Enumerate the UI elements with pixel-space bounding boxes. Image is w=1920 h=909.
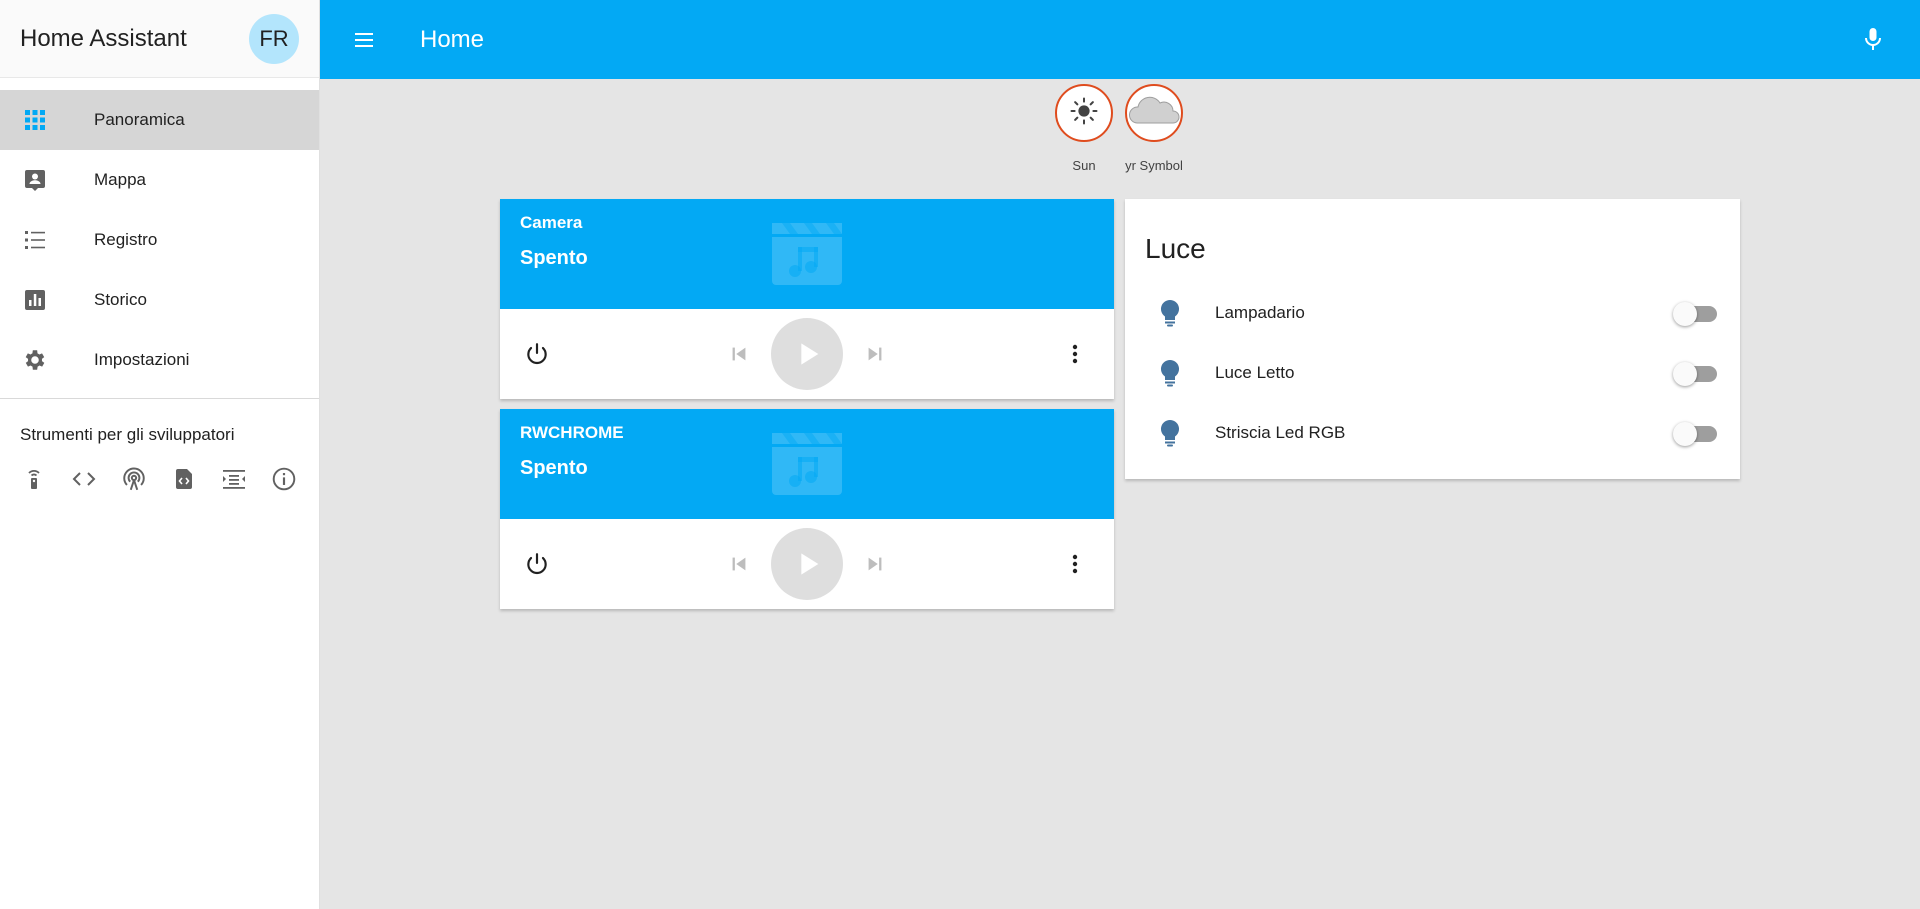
media-player-card: Camera Spento [500, 199, 1114, 399]
light-toggle[interactable] [1673, 300, 1719, 326]
sidebar-item-label: Impostazioni [94, 350, 190, 369]
sidebar-item-impostazioni[interactable]: Impostazioni [0, 330, 319, 390]
gear-icon [22, 347, 48, 373]
media-controls [500, 309, 1114, 399]
sidebar-item-label: Mappa [94, 170, 146, 189]
light-name[interactable]: Striscia Led RGB [1215, 423, 1345, 443]
skip-previous-icon[interactable] [724, 549, 754, 579]
sidebar-item-registro[interactable]: Registro [0, 210, 319, 270]
more-vertical-icon[interactable] [1058, 337, 1092, 371]
sidebar-item-storico[interactable]: Storico [0, 270, 319, 330]
code-icon[interactable] [70, 465, 98, 493]
play-icon[interactable] [771, 318, 843, 390]
map-account-icon [22, 167, 48, 193]
music-video-icon [768, 221, 846, 285]
media-controls [500, 519, 1114, 609]
bulb-icon[interactable] [1157, 358, 1183, 388]
dev-tools [0, 445, 319, 493]
top-bar: Home [320, 0, 1920, 79]
power-icon[interactable] [520, 337, 554, 371]
skip-next-icon[interactable] [860, 549, 890, 579]
page-title: Home [420, 25, 485, 53]
light-row-luce-letto: Luce Letto [1125, 353, 1740, 393]
sidebar: Home Assistant FR Panoramica Mappa Regis… [0, 0, 320, 909]
sidebar-item-label: Panoramica [94, 110, 185, 129]
info-icon[interactable] [270, 465, 298, 493]
sidebar-item-label: Registro [94, 230, 158, 249]
light-name[interactable]: Lampadario [1215, 303, 1305, 323]
toggle-thumb [1673, 362, 1697, 386]
chart-icon [22, 287, 48, 313]
light-card-title: Luce [1145, 233, 1206, 264]
template-icon[interactable] [220, 465, 248, 493]
light-name[interactable]: Luce Letto [1215, 363, 1294, 383]
play-icon[interactable] [771, 528, 843, 600]
media-player-card: RWCHROME Spento [500, 409, 1114, 609]
badge-label: yr Symbol [1125, 158, 1183, 173]
light-toggle[interactable] [1673, 360, 1719, 386]
power-icon[interactable] [520, 547, 554, 581]
light-toggle[interactable] [1673, 420, 1719, 446]
media-player-header: Camera Spento [500, 199, 1114, 309]
badge-yr-symbol[interactable]: yr Symbol [1124, 84, 1184, 173]
avatar[interactable]: FR [249, 13, 299, 64]
light-row-lampadario: Lampadario [1125, 293, 1740, 333]
cloud-icon [1127, 93, 1181, 134]
badge-circle [1055, 84, 1113, 142]
list-icon [22, 227, 48, 253]
music-video-icon [768, 431, 846, 495]
grid-icon [22, 107, 48, 133]
skip-previous-icon[interactable] [724, 339, 754, 369]
toggle-thumb [1673, 422, 1697, 446]
media-player-header: RWCHROME Spento [500, 409, 1114, 519]
sidebar-item-mappa[interactable]: Mappa [0, 150, 319, 210]
dev-tools-title: Strumenti per gli sviluppatori [20, 425, 235, 444]
badges: Sun yr Symbol [1054, 84, 1184, 173]
bulb-icon[interactable] [1157, 298, 1183, 328]
sun-icon [1069, 96, 1099, 131]
more-vertical-icon[interactable] [1058, 547, 1092, 581]
light-card: Luce Lampadario Luce Letto Striscia Led … [1125, 199, 1740, 479]
sidebar-item-panoramica[interactable]: Panoramica [0, 90, 319, 150]
light-row-striscia-led-rgb: Striscia Led RGB [1125, 413, 1740, 453]
sidebar-nav: Panoramica Mappa Registro Storico Impost… [0, 78, 319, 390]
badge-circle [1125, 84, 1183, 142]
badge-label: Sun [1072, 158, 1096, 173]
toggle-thumb [1673, 302, 1697, 326]
file-code-icon[interactable] [170, 465, 198, 493]
app-title: Home Assistant [20, 24, 187, 52]
menu-icon[interactable] [344, 20, 384, 60]
sidebar-header: Home Assistant FR [0, 0, 319, 78]
microphone-icon[interactable] [1856, 22, 1890, 56]
bulb-icon[interactable] [1157, 418, 1183, 448]
badge-sun[interactable]: Sun [1054, 84, 1114, 173]
antenna-icon[interactable] [120, 465, 148, 493]
skip-next-icon[interactable] [860, 339, 890, 369]
sidebar-item-label: Storico [94, 290, 147, 309]
app-root: Home Assistant FR Panoramica Mappa Regis… [0, 0, 1920, 909]
remote-icon[interactable] [20, 465, 48, 493]
